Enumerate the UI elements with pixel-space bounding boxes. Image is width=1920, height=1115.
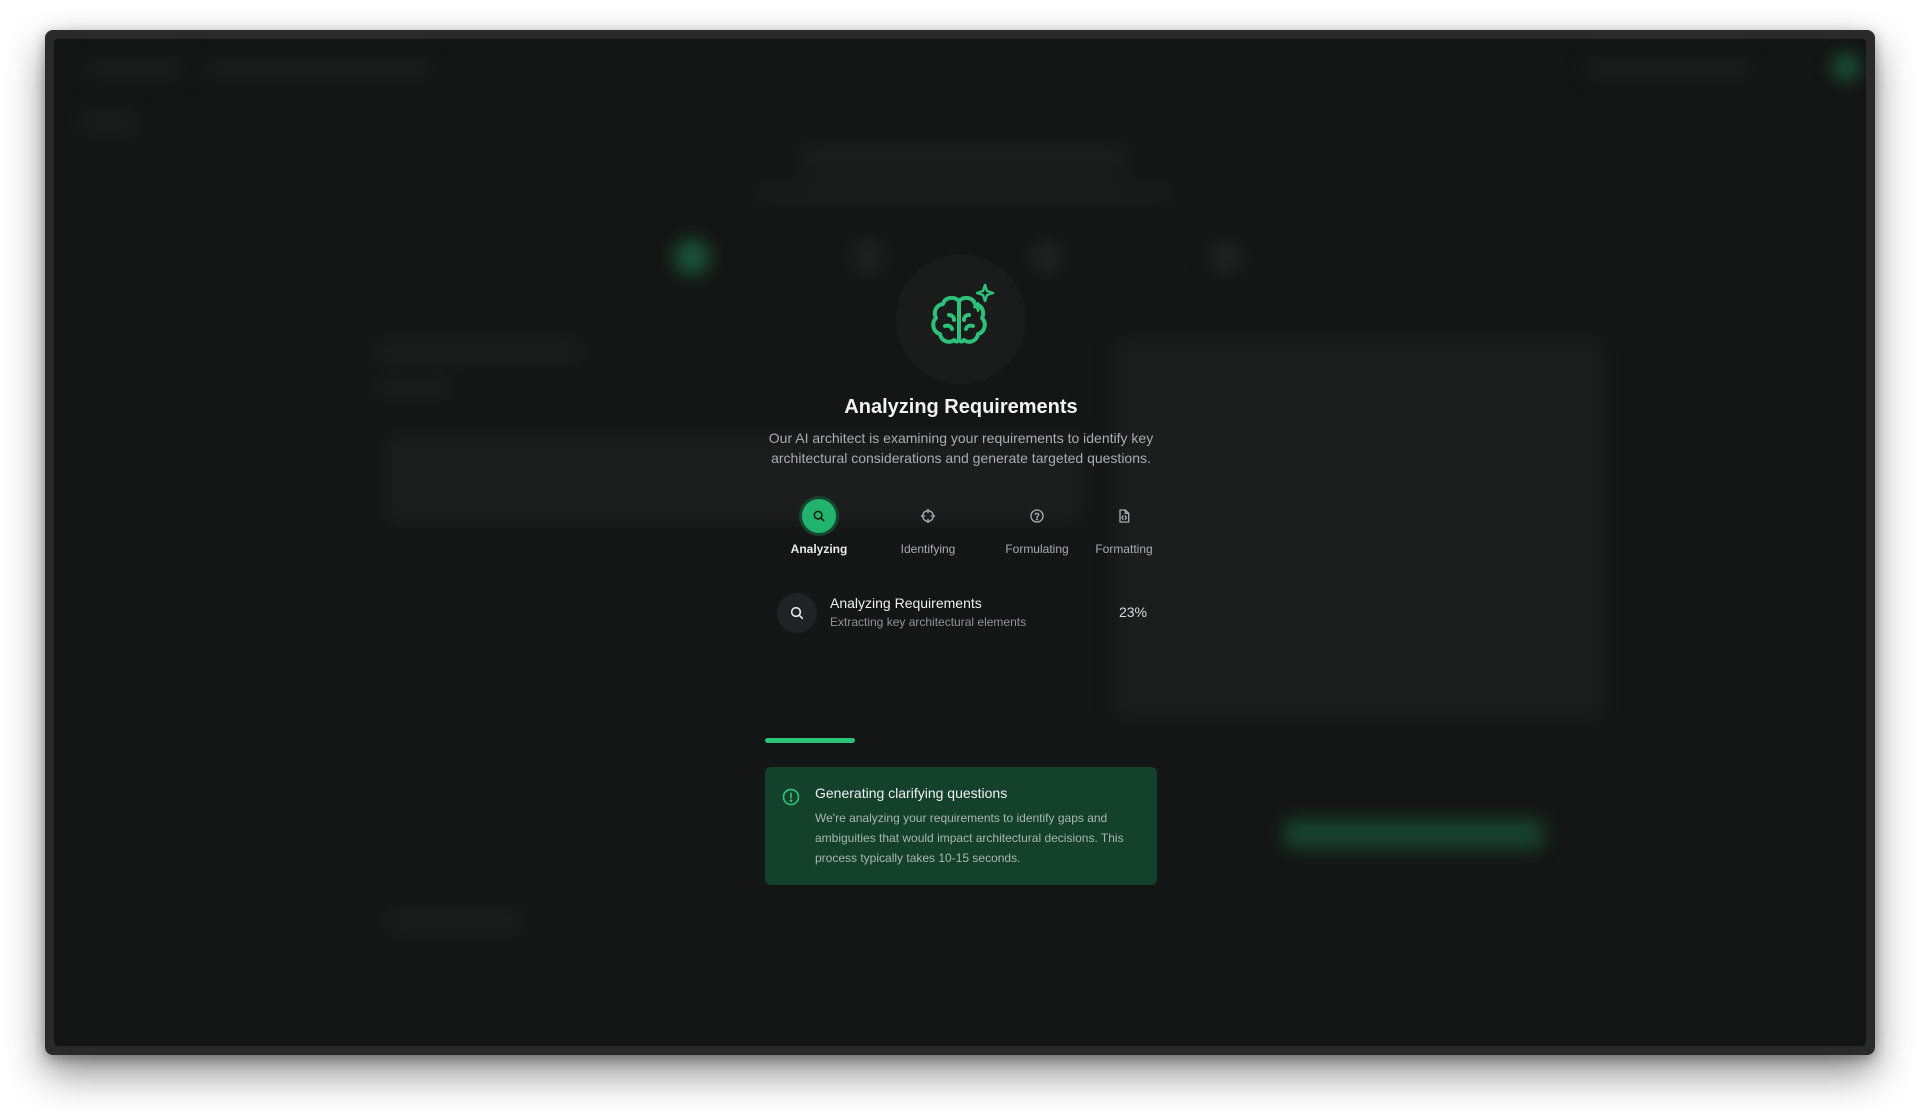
bg-right-card xyxy=(1114,339,1604,719)
search-icon xyxy=(813,510,825,522)
bg-page-title xyxy=(799,144,1129,174)
step-label: Formatting xyxy=(1095,542,1153,556)
brain-sparkle-icon xyxy=(931,283,995,344)
app-window: Analyzing Requirements Our AI architect … xyxy=(45,30,1875,1055)
alert-circle-icon xyxy=(782,788,800,806)
bg-page-subtitle xyxy=(754,184,1174,202)
bg-stepper-dot-4 xyxy=(1208,239,1244,275)
info-body: We're analyzing your requirements to ide… xyxy=(815,811,1124,865)
progress-percent: 23% xyxy=(1118,604,1147,620)
step-identifying: Identifying xyxy=(883,499,973,556)
info-title: Generating clarifying questions xyxy=(815,785,1008,801)
current-task-icon-wrap xyxy=(777,593,817,633)
bg-back-button xyxy=(80,109,140,135)
step-label: Analyzing xyxy=(790,542,848,556)
current-task: Analyzing Requirements Extracting key ar… xyxy=(777,590,1147,634)
file-code-icon xyxy=(1119,509,1130,523)
modal-description: Our AI architect is examining your requi… xyxy=(768,430,1154,466)
question-circle-icon xyxy=(1030,509,1044,523)
modal-title: Analyzing Requirements xyxy=(844,396,1078,418)
progress-stepper: Analyzing Identifying Formulating Format… xyxy=(765,499,1157,559)
progress-bar xyxy=(765,738,1157,743)
step-formatting: Formatting xyxy=(1079,499,1169,556)
bg-topbar-nav xyxy=(204,59,434,79)
app-screen: Analyzing Requirements Our AI architect … xyxy=(54,39,1866,1046)
step-analyzing: Analyzing xyxy=(774,499,864,556)
step-formulating-icon-wrap xyxy=(1020,499,1054,533)
brain-icon-container xyxy=(896,254,1026,384)
current-task-subtitle: Extracting key architectural elements xyxy=(830,615,1027,629)
current-task-title: Analyzing Requirements xyxy=(830,595,982,611)
bg-submit-button xyxy=(1284,819,1544,849)
crosshair-icon xyxy=(920,508,936,524)
step-label: Identifying xyxy=(900,542,956,556)
bg-topbar-actions xyxy=(1584,59,1754,79)
analysis-modal: Analyzing Requirements Our AI architect … xyxy=(765,254,1157,894)
search-icon xyxy=(790,606,804,620)
step-label: Formulating xyxy=(1005,542,1069,556)
bg-topbar-logo xyxy=(84,59,184,79)
bg-left-card-title xyxy=(374,339,584,363)
bg-left-card-label xyxy=(374,379,454,397)
bg-stepper-dot-1 xyxy=(674,239,710,275)
step-identifying-icon-wrap xyxy=(911,499,945,533)
step-formatting-icon-wrap xyxy=(1107,499,1141,533)
step-analyzing-icon-wrap xyxy=(802,499,836,533)
bg-footer-link xyxy=(384,909,524,933)
bg-avatar xyxy=(1832,53,1860,81)
progress-bar-fill xyxy=(765,738,856,743)
info-callout: Generating clarifying questions We're an… xyxy=(765,767,1157,885)
step-formulating: Formulating xyxy=(992,499,1082,556)
